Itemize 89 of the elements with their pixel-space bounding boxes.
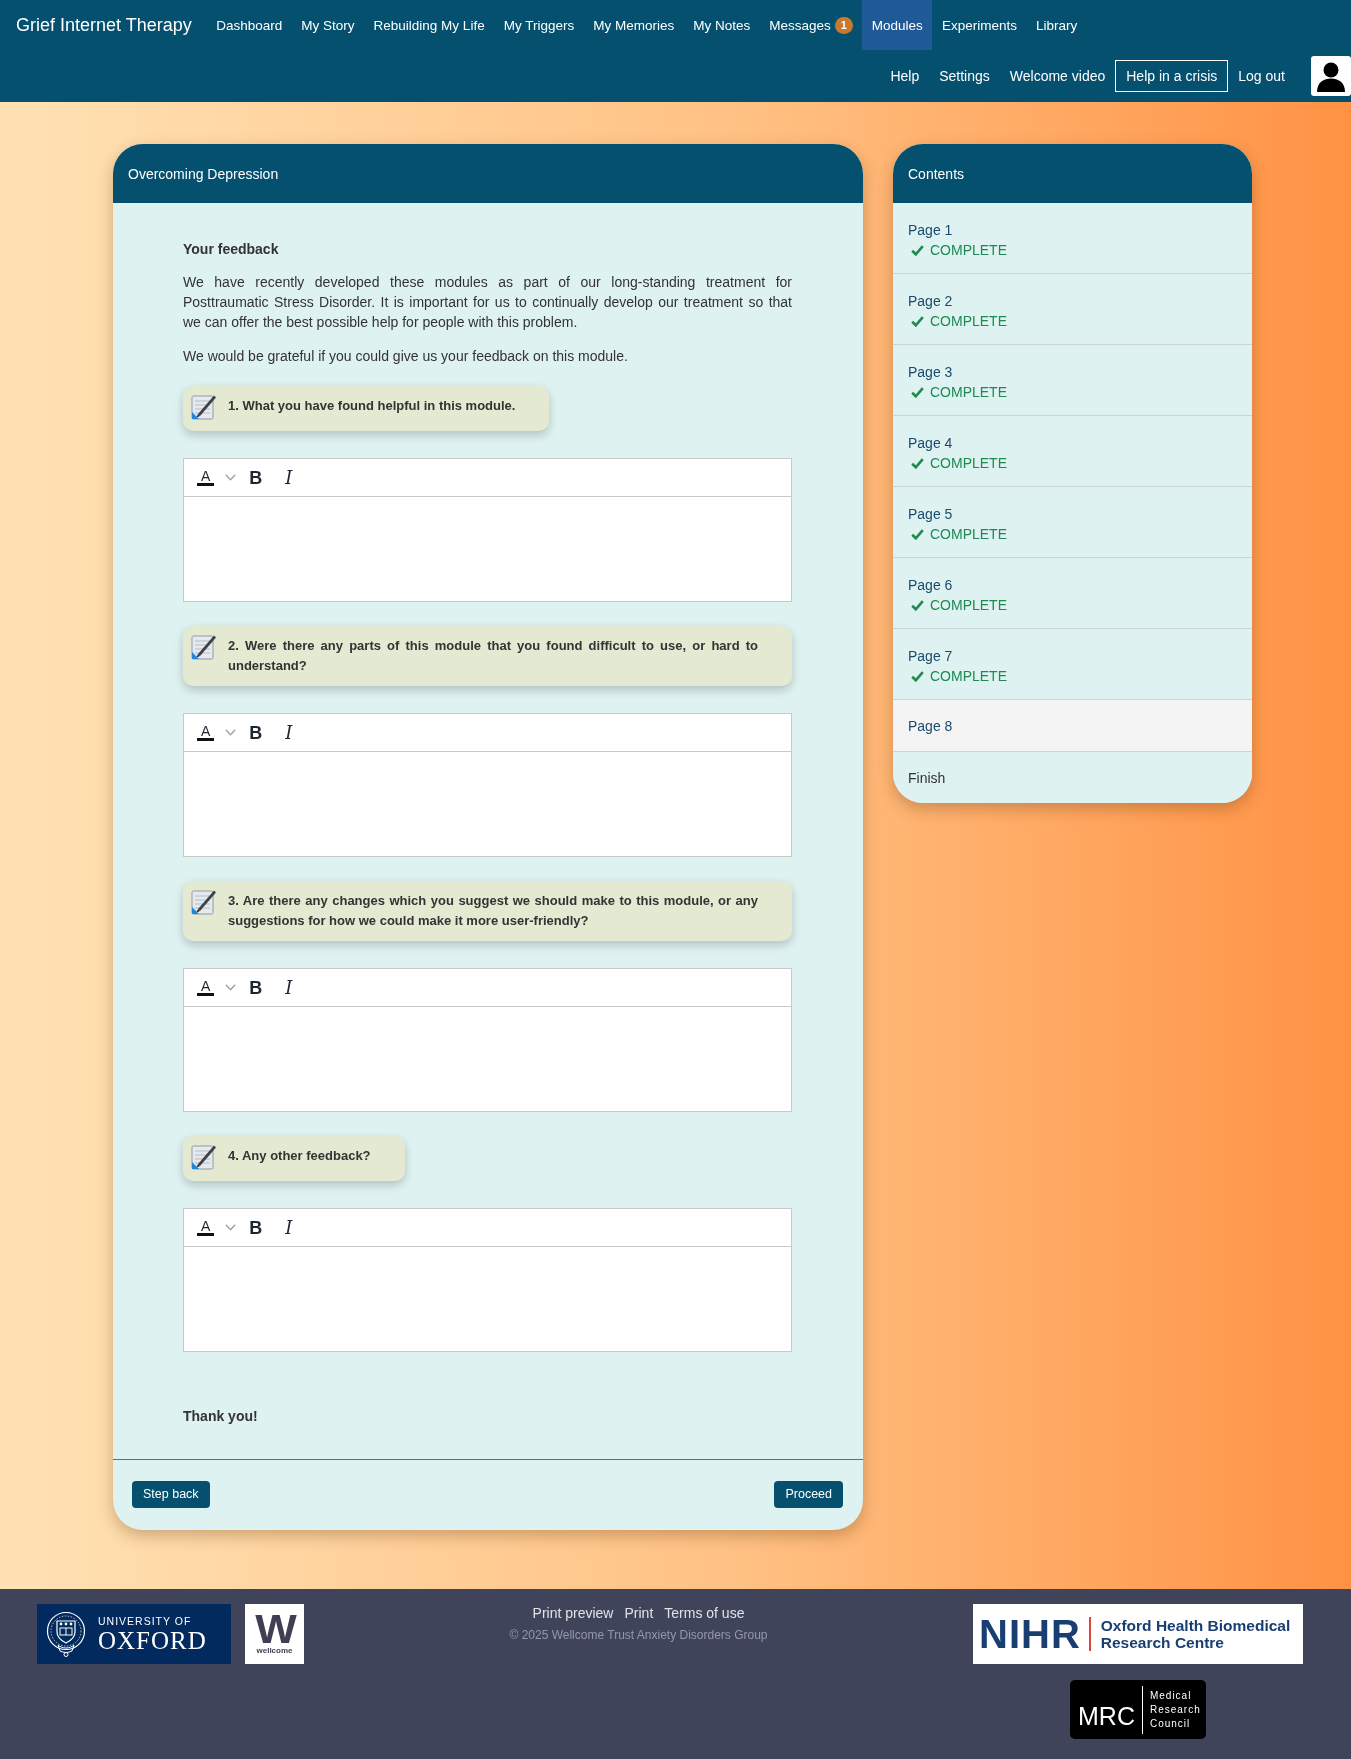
check-icon — [911, 244, 924, 256]
step-back-button[interactable]: Step back — [132, 1481, 210, 1508]
status-text: COMPLETE — [930, 525, 1007, 544]
footer-link[interactable]: Print — [624, 1604, 654, 1622]
status-text: COMPLETE — [930, 312, 1007, 331]
nav-tab[interactable]: Modules — [862, 0, 933, 50]
caret-icon[interactable] — [225, 474, 237, 481]
nav-tab[interactable]: My Memories — [583, 0, 684, 50]
status-text: COMPLETE — [930, 454, 1007, 473]
crest-icon — [46, 1611, 86, 1657]
caret-icon[interactable] — [225, 1224, 237, 1231]
logo-text: Oxford Health Biomedical — [1100, 1617, 1291, 1634]
question-text: 3. Are there any changes which you suggest we should make to this module, or any suggestions for how we could make it more user-friendly? — [228, 892, 758, 930]
check-icon — [911, 315, 924, 327]
caret-icon[interactable] — [225, 984, 237, 991]
nav-tab[interactable]: My Story — [291, 0, 365, 50]
page-link[interactable]: Page 6 — [908, 575, 953, 595]
logo-text: OXFORD — [98, 1627, 207, 1654]
nav-tab[interactable]: My Notes — [683, 0, 760, 50]
panel-title: Contents — [908, 164, 965, 183]
notepad-pen-icon — [190, 1143, 218, 1171]
question-text: 1. What you have found helpful in this module. — [228, 397, 516, 415]
page-link[interactable]: Page 8 — [908, 716, 953, 736]
status-text: COMPLETE — [930, 667, 1007, 686]
site-title[interactable]: Grief Internet Therapy — [16, 14, 192, 36]
italic-button[interactable]: I — [285, 1217, 293, 1238]
bold-button[interactable]: B — [249, 977, 263, 998]
nav-tab[interactable]: Experiments — [932, 0, 1027, 50]
logo-text: Council — [1149, 1716, 1192, 1731]
bold-button[interactable]: B — [249, 722, 263, 743]
italic-button[interactable]: I — [285, 467, 293, 488]
notepad-pen-icon — [190, 888, 218, 916]
section-heading: Your feedback — [183, 240, 279, 259]
page-link[interactable]: Page 4 — [908, 433, 953, 453]
logo-mark: W — [254, 1612, 295, 1646]
status-text: COMPLETE — [930, 596, 1007, 615]
logo-mark: MRC — [1078, 1701, 1135, 1730]
page-link[interactable]: Page 3 — [908, 362, 953, 382]
text-color-button[interactable]: A — [197, 1219, 215, 1236]
notepad-pen-icon — [190, 633, 218, 661]
nav-link[interactable]: Log out — [1228, 67, 1295, 85]
status-text: COMPLETE — [930, 241, 1007, 260]
italic-button[interactable]: I — [285, 722, 293, 743]
nav-link[interactable]: Settings — [929, 67, 1000, 85]
check-icon — [911, 670, 924, 682]
logo-text: Medical — [1149, 1688, 1193, 1703]
page-link[interactable]: Page 1 — [908, 220, 953, 240]
closing-text: Thank you! — [183, 1407, 258, 1426]
proceed-button[interactable]: Proceed — [774, 1481, 843, 1508]
intro-paragraph: We have recently developed these modules as part of our long-standing treatment for Posttraumatic Stress Disorder. It is important for us to continually develop our treatment so that we can offer the best possible help for people with this problem. — [183, 273, 792, 332]
italic-button[interactable]: I — [285, 977, 293, 998]
message-count-badge: 1 — [834, 16, 853, 34]
logo-text: Research Centre — [1100, 1634, 1225, 1651]
nav-tab[interactable]: My Triggers — [494, 0, 584, 50]
nav-tab[interactable]: Dashboard — [206, 0, 292, 50]
nav-link[interactable]: Welcome video — [999, 67, 1116, 85]
page-link[interactable]: Page 5 — [908, 504, 953, 524]
footer-link[interactable]: Print preview — [532, 1604, 614, 1622]
text-color-button[interactable]: A — [197, 979, 215, 996]
check-icon — [911, 457, 924, 469]
intro-paragraph: We would be grateful if you could give us your feedback on this module. — [183, 347, 629, 366]
check-icon — [911, 386, 924, 398]
text-color-button[interactable]: A — [197, 469, 215, 486]
page-link[interactable]: Page 7 — [908, 646, 953, 666]
logo-mark: NIHR — [979, 1612, 1081, 1656]
footer-link[interactable]: Terms of use — [664, 1604, 745, 1622]
page-link: Finish — [908, 769, 946, 788]
nav-link[interactable]: Help — [880, 67, 930, 85]
status-text: COMPLETE — [930, 383, 1007, 402]
page-link[interactable]: Page 2 — [908, 291, 953, 311]
caret-icon[interactable] — [225, 729, 237, 736]
module-title: Overcoming Depression — [128, 164, 279, 183]
question-text: 2. Were there any parts of this module that you found difficult to use, or hard to understand? — [228, 637, 758, 675]
question-text: 4. Any other feedback? — [228, 1147, 371, 1165]
crisis-help-button[interactable]: Help in a crisis — [1115, 60, 1229, 92]
notepad-pen-icon — [190, 393, 218, 421]
bold-button[interactable]: B — [249, 467, 263, 488]
avatar-icon[interactable] — [1311, 56, 1351, 96]
nav-tab[interactable]: Messages 1 — [759, 0, 863, 50]
logo-text: UNIVERSITY OF — [98, 1614, 193, 1628]
copyright-text: © 2025 Wellcome Trust Anxiety Disorders Group — [509, 1628, 768, 1643]
logo-text: Research — [1149, 1702, 1201, 1717]
bold-button[interactable]: B — [249, 1217, 263, 1238]
logo-text: wellcome — [256, 1646, 293, 1656]
nav-tab[interactable]: Library — [1026, 0, 1087, 50]
nav-tab[interactable]: Rebuilding My Life — [364, 0, 495, 50]
check-icon — [911, 528, 924, 540]
check-icon — [911, 599, 924, 611]
text-color-button[interactable]: A — [197, 724, 215, 741]
